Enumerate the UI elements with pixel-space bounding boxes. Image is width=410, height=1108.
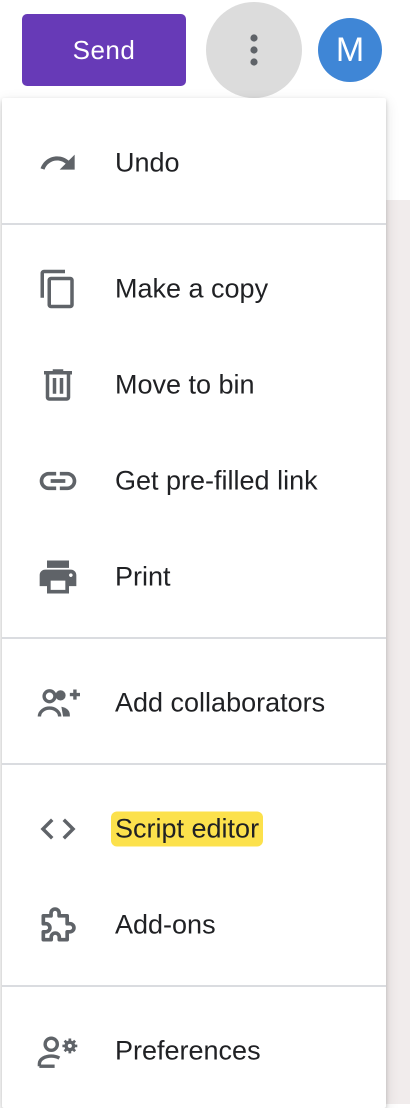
background-panel [386,200,410,1104]
avatar[interactable]: M [318,18,382,82]
menu-divider [2,763,386,765]
menu-item-label: Print [115,561,171,592]
menu-item-label: Make a copy [115,273,269,304]
menu-item-label: Get pre-filled link [115,465,318,496]
menu-item-print[interactable]: Print [2,529,386,625]
menu-item-add-collaborators[interactable]: Add collaborators [2,655,386,751]
send-button[interactable]: Send [22,14,186,86]
menu-item-undo[interactable]: Undo [2,115,386,211]
menu-item-label: Add collaborators [115,687,326,718]
menu-item-label: Undo [115,147,180,178]
menu-item-move-to-bin[interactable]: Move to bin [2,337,386,433]
menu-item-preferences[interactable]: Preferences [2,1003,386,1099]
printer-icon [36,555,80,599]
more-options-button[interactable] [206,2,302,98]
menu-divider [2,985,386,987]
trash-icon [36,363,80,407]
copy-icon [36,267,80,311]
menu-item-label: Move to bin [115,369,255,400]
menu-item-add-ons[interactable]: Add-ons [2,877,386,973]
menu-item-make-a-copy[interactable]: Make a copy [2,241,386,337]
undo-icon [36,141,80,185]
link-icon [36,459,80,503]
add-people-icon [36,681,80,725]
more-vert-icon [250,34,258,66]
person-settings-icon [36,1029,80,1073]
menu-item-get-pre-filled-link[interactable]: Get pre-filled link [2,433,386,529]
menu-divider [2,637,386,639]
more-options-menu: Undo Make a copy Move to bin Get pre-fil… [2,98,386,1108]
menu-item-label: Add-ons [115,909,216,940]
menu-item-label: Script editor [111,811,264,847]
menu-divider [2,223,386,225]
menu-item-label: Preferences [115,1035,261,1066]
menu-item-script-editor[interactable]: Script editor [2,781,386,877]
code-icon [36,807,80,851]
puzzle-icon [36,903,80,947]
